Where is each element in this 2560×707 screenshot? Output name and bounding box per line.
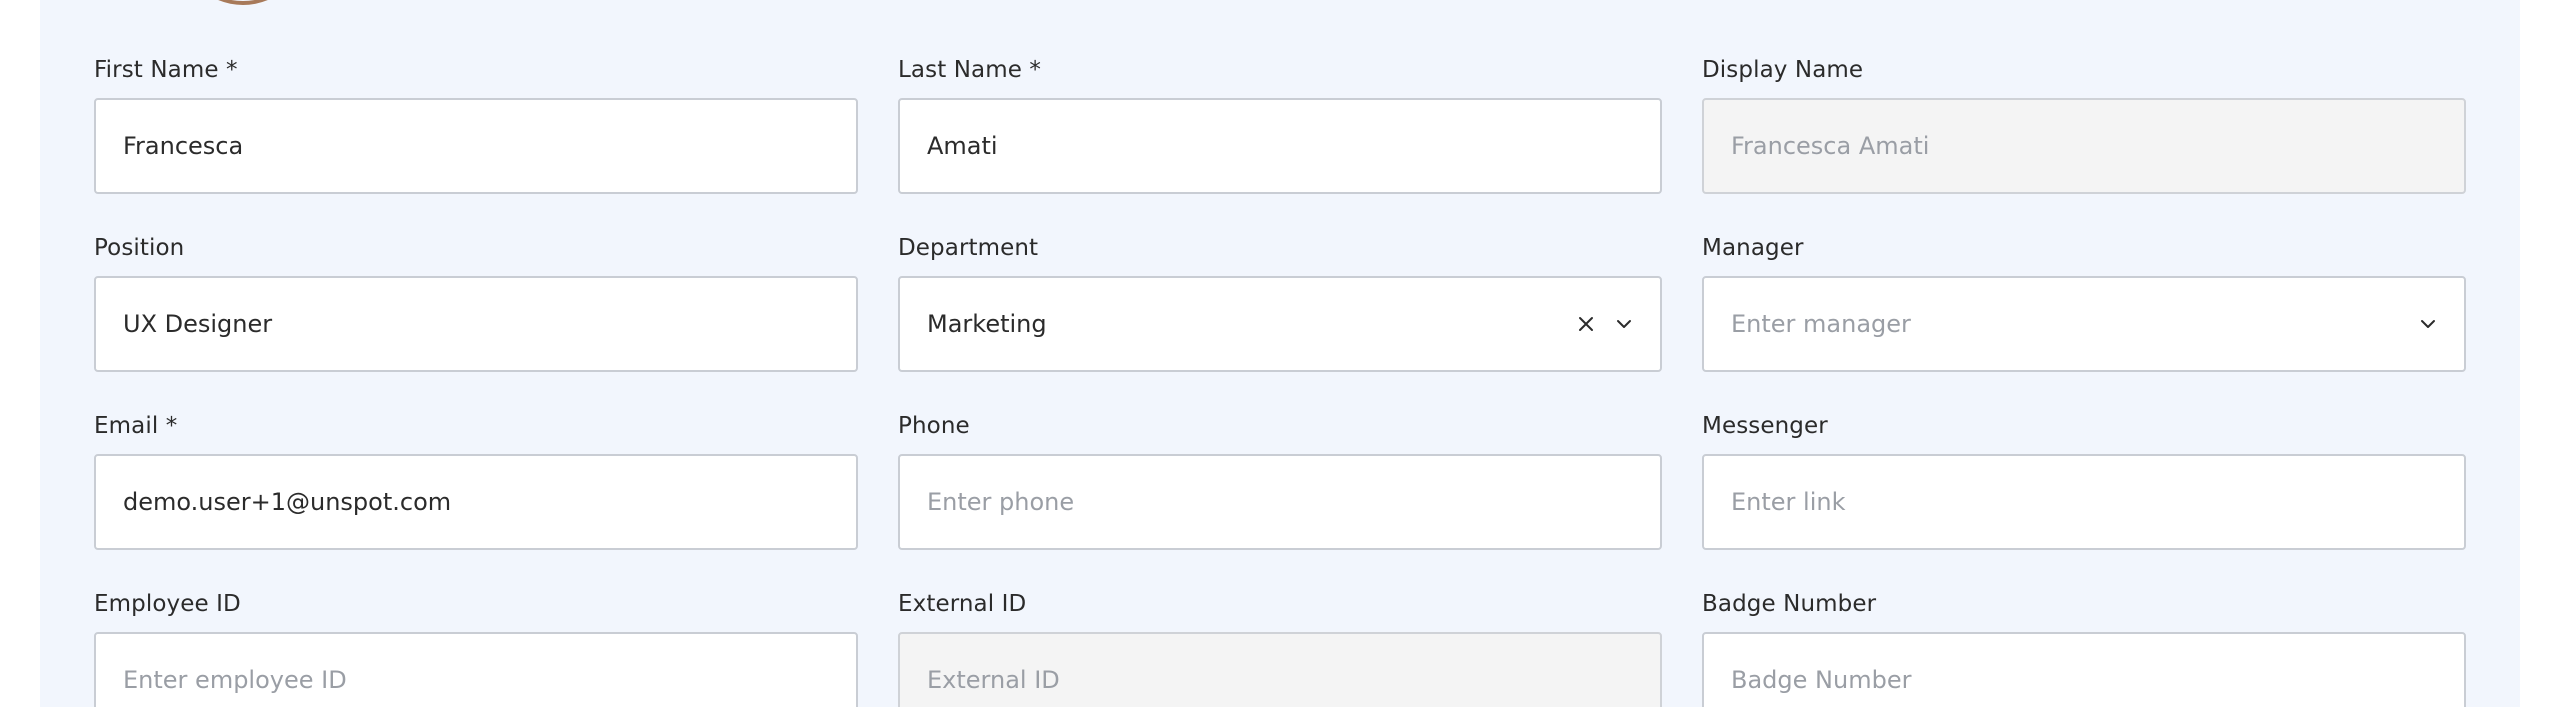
department-value: Marketing <box>927 310 1047 338</box>
position-value: UX Designer <box>123 310 273 338</box>
phone-placeholder: Enter phone <box>927 488 1075 516</box>
profile-form-panel: First Name * Francesca Last Name * Amati… <box>40 0 2520 707</box>
display-name-field: Francesca Amati <box>1702 98 2466 194</box>
position-label: Position <box>94 235 185 261</box>
first-name-label: First Name * <box>94 57 238 83</box>
manager-select[interactable]: Enter manager <box>1702 276 2466 372</box>
employee-id-placeholder: Enter employee ID <box>123 666 347 694</box>
display-name-placeholder: Francesca Amati <box>1731 132 1930 160</box>
badge-number-label: Badge Number <box>1702 591 1877 617</box>
first-name-value: Francesca <box>123 132 244 160</box>
avatar <box>178 0 308 5</box>
messenger-field[interactable]: Enter link <box>1702 454 2466 550</box>
email-value: demo.user+1@unspot.com <box>123 488 452 516</box>
department-select[interactable]: Marketing <box>898 276 1662 372</box>
external-id-label: External ID <box>898 591 1027 617</box>
close-icon[interactable] <box>1574 312 1598 336</box>
display-name-label: Display Name <box>1702 57 1864 83</box>
manager-placeholder: Enter manager <box>1731 310 1911 338</box>
chevron-down-icon[interactable] <box>1612 312 1636 336</box>
chevron-down-icon[interactable] <box>2416 312 2440 336</box>
employee-id-label: Employee ID <box>94 591 241 617</box>
external-id-field: External ID <box>898 632 1662 707</box>
messenger-label: Messenger <box>1702 413 1828 439</box>
manager-label: Manager <box>1702 235 1804 261</box>
email-label: Email * <box>94 413 178 439</box>
phone-field[interactable]: Enter phone <box>898 454 1662 550</box>
messenger-placeholder: Enter link <box>1731 488 1846 516</box>
email-field[interactable]: demo.user+1@unspot.com <box>94 454 858 550</box>
employee-id-field[interactable]: Enter employee ID <box>94 632 858 707</box>
badge-number-field[interactable]: Badge Number <box>1702 632 2466 707</box>
last-name-value: Amati <box>927 132 998 160</box>
last-name-field[interactable]: Amati <box>898 98 1662 194</box>
last-name-label: Last Name * <box>898 57 1041 83</box>
external-id-placeholder: External ID <box>927 666 1060 694</box>
first-name-field[interactable]: Francesca <box>94 98 858 194</box>
badge-number-placeholder: Badge Number <box>1731 666 1912 694</box>
department-label: Department <box>898 235 1039 261</box>
position-field[interactable]: UX Designer <box>94 276 858 372</box>
phone-label: Phone <box>898 413 970 439</box>
